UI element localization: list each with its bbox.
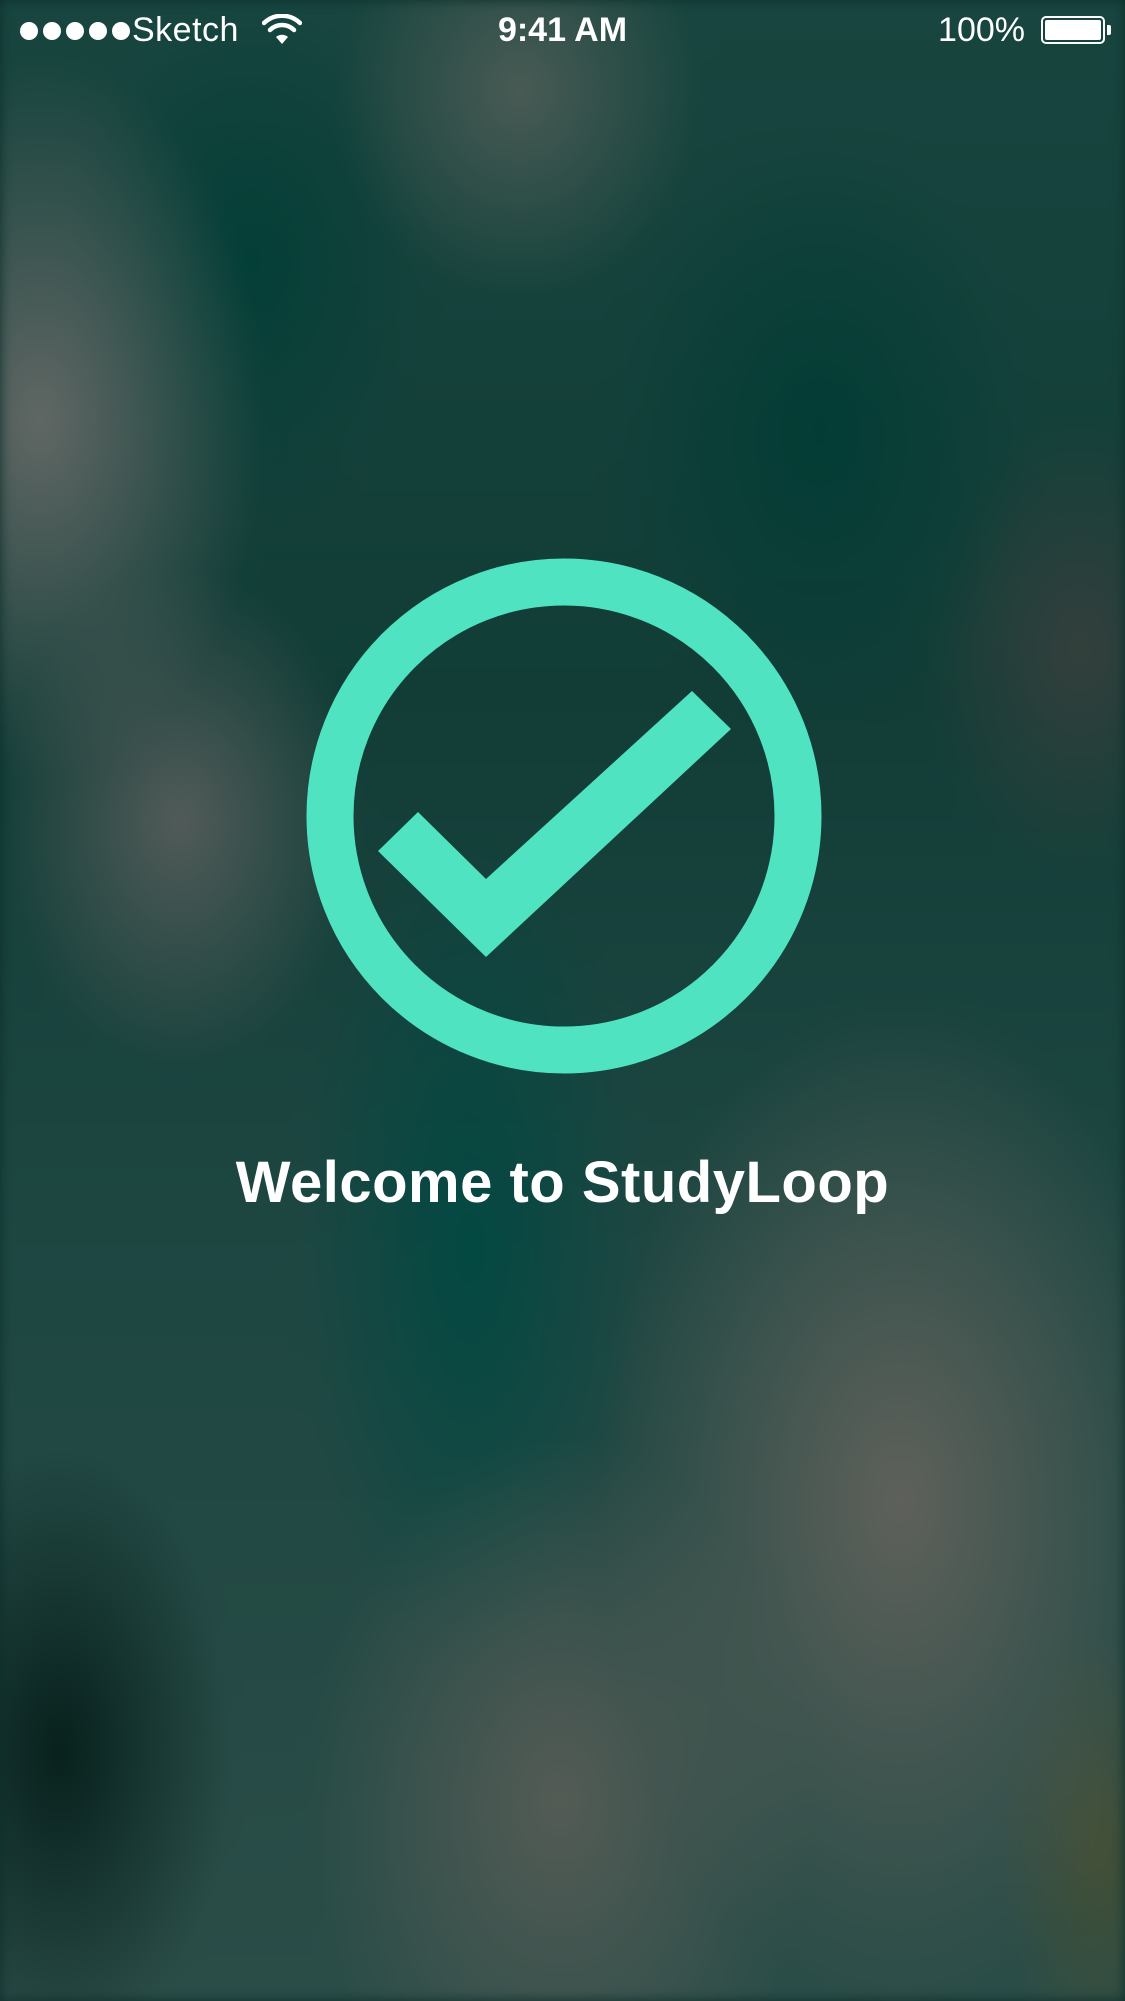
status-bar: Sketch 9:41 AM 100%: [0, 0, 1125, 64]
battery-percent: 100%: [938, 11, 1025, 49]
welcome-title: Welcome to StudyLoop: [235, 1150, 890, 1215]
welcome-screen: Sketch 9:41 AM 100% Welcome to StudyLoop: [0, 0, 1125, 2001]
battery-icon: [1041, 16, 1111, 44]
battery-fill: [1045, 20, 1101, 40]
check-mark: [378, 691, 731, 957]
checkmark-circle-icon: [306, 558, 822, 1074]
